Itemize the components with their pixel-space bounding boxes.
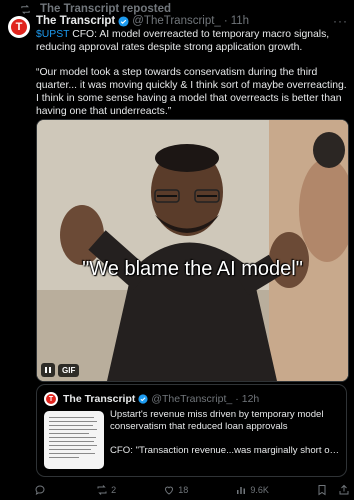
author-handle[interactable]: @TheTranscript_ — [132, 15, 221, 27]
verified-badge-icon — [138, 394, 148, 404]
repost-button[interactable]: 2 — [96, 484, 116, 496]
tweet-lead: $UPST CFO: AI model overreacted to tempo… — [36, 28, 348, 54]
quoted-separator: · — [235, 393, 239, 405]
separator: · — [223, 15, 228, 27]
author-avatar[interactable]: T — [8, 16, 30, 38]
reply-button[interactable] — [34, 484, 49, 496]
tweet-header: The Transcript @TheTranscript_ · 11h — [36, 14, 334, 28]
quoted-headline: Upstart's revenue miss driven by tempora… — [110, 409, 324, 433]
gif-controls: GIF — [41, 363, 80, 377]
quoted-tweet-card[interactable]: T The Transcript @TheTranscript_ · 12h U… — [36, 384, 347, 477]
gif-caption: "We blame the AI model" — [82, 258, 303, 280]
action-bar-right — [316, 484, 350, 496]
author-name[interactable]: The Transcript — [36, 15, 115, 27]
views-button[interactable]: 9.6K — [235, 484, 269, 496]
like-icon — [165, 486, 174, 495]
quoted-avatar: T — [44, 392, 58, 406]
cashtag-link[interactable]: $UPST — [36, 29, 69, 40]
tweet-lead-text: CFO: AI model overreacted to temporary m… — [36, 29, 330, 53]
reply-icon — [35, 485, 45, 496]
share-icon[interactable] — [338, 484, 350, 496]
views-icon — [237, 487, 246, 494]
post-time[interactable]: 11h — [231, 15, 249, 27]
action-bar: 2 18 9.6K — [34, 483, 350, 497]
verified-badge-icon — [118, 15, 129, 27]
like-button[interactable]: 18 — [163, 484, 188, 496]
quoted-excerpt: CFO: "Transaction revenue...was marginal… — [110, 444, 341, 456]
quoted-header: T The Transcript @TheTranscript_ · 12h — [44, 392, 259, 406]
like-count: 18 — [178, 485, 189, 495]
gif-media[interactable]: "We blame the AI model" GIF — [36, 119, 349, 382]
quoted-author-name: The Transcript — [63, 393, 136, 405]
quoted-handle: @TheTranscript_ — [151, 393, 233, 405]
quoted-thumbnail — [44, 411, 104, 469]
repost-icon — [97, 485, 107, 495]
bookmark-icon[interactable] — [316, 484, 328, 496]
more-icon[interactable]: ··· — [333, 14, 348, 28]
tweet-body: $UPST CFO: AI model overreacted to tempo… — [36, 28, 348, 118]
quoted-time: 12h — [241, 393, 260, 405]
gif-scene — [37, 120, 348, 381]
repost-count: 2 — [111, 485, 117, 495]
gif-badge: GIF — [58, 363, 80, 377]
pause-icon[interactable] — [41, 363, 55, 377]
repost-icon — [21, 4, 30, 14]
tweet-quote-text: “Our model took a step towards conservat… — [36, 67, 347, 117]
view-count: 9.6K — [250, 485, 269, 495]
quoted-text: Upstart's revenue miss driven by tempora… — [110, 409, 341, 457]
